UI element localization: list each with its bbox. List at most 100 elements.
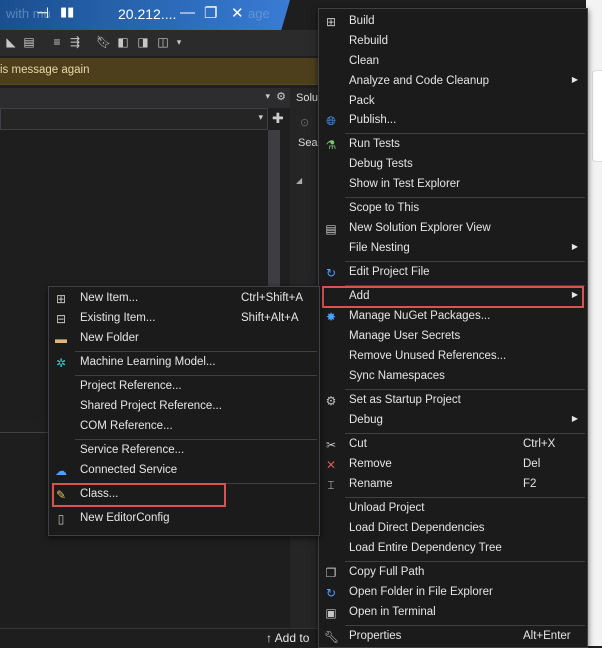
submenu-arrow-icon: ▶ bbox=[571, 414, 578, 423]
terminal-icon: ▣ bbox=[325, 606, 337, 620]
pin-icon[interactable]: ⊣ bbox=[36, 4, 49, 22]
bookmark-clear-icon[interactable]: ◫ bbox=[156, 35, 170, 49]
existing-item-icon: ⊟ bbox=[55, 312, 67, 326]
scissors-icon: ✂ bbox=[325, 438, 337, 452]
menu-item-clean[interactable]: Clean bbox=[319, 52, 587, 72]
document-dropdown[interactable]: ▾ bbox=[0, 108, 268, 130]
info-bar-text: is message again bbox=[0, 64, 90, 76]
menu-item-run-tests[interactable]: ⚗ Run Tests bbox=[319, 135, 587, 155]
wrench-icon: 🔧︎ bbox=[324, 630, 340, 644]
menu-item-set-startup[interactable]: ⚙ Set as Startup Project bbox=[319, 391, 587, 411]
submenu-item-ml-model[interactable]: ✲ Machine Learning Model... bbox=[49, 353, 319, 373]
globe-icon: 🌐︎ bbox=[326, 114, 336, 128]
menu-separator bbox=[345, 433, 585, 434]
submenu-item-new-editorconfig[interactable]: ▯ New EditorConfig bbox=[49, 509, 319, 529]
submenu-item-service-reference[interactable]: Service Reference... bbox=[49, 441, 319, 461]
menu-item-build[interactable]: ⊞ Build bbox=[319, 12, 587, 32]
submenu-item-new-folder[interactable]: ▬ New Folder bbox=[49, 329, 319, 349]
dropdown-arrow-icon[interactable]: ▾ bbox=[265, 91, 270, 102]
menu-item-new-solution-explorer-view[interactable]: ▤ New Solution Explorer View bbox=[319, 219, 587, 239]
menu-separator bbox=[345, 561, 585, 562]
bookmark-next-icon[interactable]: ◨ bbox=[136, 35, 150, 49]
submenu-item-new-item[interactable]: ⊞ New Item... Ctrl+Shift+A bbox=[49, 289, 319, 309]
menu-item-file-nesting[interactable]: File Nesting ▶ bbox=[319, 239, 587, 259]
menu-item-manage-user-secrets[interactable]: Manage User Secrets bbox=[319, 327, 587, 347]
menu-item-open-folder[interactable]: ↻ Open Folder in File Explorer bbox=[319, 583, 587, 603]
class-highlight-box bbox=[52, 483, 226, 507]
menu-item-show-test-explorer[interactable]: Show in Test Explorer bbox=[319, 175, 587, 195]
toolbar-icon-2[interactable]: ▤ bbox=[22, 35, 36, 49]
folder-icon: ▬ bbox=[55, 332, 67, 346]
submenu-item-existing-item[interactable]: ⊟ Existing Item... Shift+Alt+A bbox=[49, 309, 319, 329]
menu-item-remove-unused-references[interactable]: Remove Unused References... bbox=[319, 347, 587, 367]
status-bar: ↑ Add to bbox=[0, 628, 320, 647]
submenu-arrow-icon: ▶ bbox=[571, 75, 578, 84]
bookmark-icon[interactable]: 🔖︎ bbox=[96, 35, 111, 49]
menu-item-rebuild[interactable]: Rebuild bbox=[319, 32, 587, 52]
menu-item-analyze[interactable]: Analyze and Code Cleanup ▶ bbox=[319, 72, 587, 92]
title-faint-right: age bbox=[248, 6, 270, 21]
restore-icon[interactable]: ❐ bbox=[204, 4, 217, 22]
rename-icon: ⌶ bbox=[327, 478, 335, 492]
back-icon[interactable]: ⊙ bbox=[300, 116, 309, 129]
nuget-icon: ✸ bbox=[325, 310, 337, 324]
menu-item-open-terminal[interactable]: ▣ Open in Terminal bbox=[319, 603, 587, 623]
menu-item-publish[interactable]: 🌐︎ Publish... bbox=[319, 111, 587, 131]
menu-separator bbox=[345, 261, 585, 262]
info-bar: is message again bbox=[0, 58, 320, 85]
menu-item-copy-full-path[interactable]: ❐ Copy Full Path bbox=[319, 563, 587, 583]
menu-separator bbox=[345, 497, 585, 498]
scrollbar[interactable] bbox=[268, 130, 280, 290]
menu-separator bbox=[345, 133, 585, 134]
chevron-down-icon: ▾ bbox=[258, 112, 263, 122]
refresh-icon: ↻ bbox=[325, 266, 337, 280]
toolbar-icon-3[interactable]: ≡ bbox=[50, 35, 64, 49]
submenu-item-com-reference[interactable]: COM Reference... bbox=[49, 417, 319, 437]
signal-icon: ▮▮ bbox=[60, 4, 75, 19]
menu-item-properties[interactable]: 🔧︎ Properties Alt+Enter bbox=[319, 627, 587, 647]
menu-item-debug[interactable]: Debug ▶ bbox=[319, 411, 587, 431]
submenu-separator bbox=[75, 439, 317, 440]
menu-item-unload-project[interactable]: Unload Project bbox=[319, 499, 587, 519]
add-submenu: ⊞ New Item... Ctrl+Shift+A ⊟ Existing It… bbox=[48, 286, 320, 536]
menu-item-cut[interactable]: ✂ Cut Ctrl+X bbox=[319, 435, 587, 455]
new-item-icon: ⊞ bbox=[55, 292, 67, 306]
toolbar-icon-4[interactable]: ⇶ bbox=[68, 35, 82, 49]
split-icon[interactable]: ✚ bbox=[272, 110, 284, 127]
menu-item-debug-tests[interactable]: Debug Tests bbox=[319, 155, 587, 175]
menu-item-edit-project-file[interactable]: ↻ Edit Project File bbox=[319, 263, 587, 283]
submenu-item-connected-service[interactable]: ☁ Connected Service bbox=[49, 461, 319, 481]
submenu-item-project-reference[interactable]: Project Reference... bbox=[49, 377, 319, 397]
copy-icon: ❐ bbox=[325, 566, 337, 580]
menu-item-load-entire-dependency-tree[interactable]: Load Entire Dependency Tree bbox=[319, 539, 587, 559]
toolbar-overflow-icon[interactable]: ▾ bbox=[172, 35, 186, 49]
menu-item-manage-nuget[interactable]: ✸ Manage NuGet Packages... bbox=[319, 307, 587, 327]
settings-gear-icon[interactable]: ⚙ bbox=[276, 90, 286, 103]
refresh-icon: ↻ bbox=[325, 586, 337, 600]
menu-separator bbox=[345, 197, 585, 198]
menu-item-load-direct-dependencies[interactable]: Load Direct Dependencies bbox=[319, 519, 587, 539]
menu-item-pack[interactable]: Pack bbox=[319, 92, 587, 112]
menu-item-sync-namespaces[interactable]: Sync Namespaces bbox=[319, 367, 587, 387]
project-context-menu: ⊞ Build Rebuild Clean Analyze and Code C… bbox=[318, 8, 588, 648]
document-header: ▾ ⚙ bbox=[0, 88, 290, 108]
new-view-icon: ▤ bbox=[325, 222, 337, 236]
menu-item-rename[interactable]: ⌶ Rename F2 bbox=[319, 475, 587, 495]
background-window-panel bbox=[592, 70, 602, 162]
add-highlight-box bbox=[322, 286, 584, 308]
menu-item-remove[interactable]: ✕ Remove Del bbox=[319, 455, 587, 475]
menu-item-scope-to-this[interactable]: Scope to This bbox=[319, 199, 587, 219]
bookmark-prev-icon[interactable]: ◧ bbox=[116, 35, 130, 49]
minimize-icon[interactable]: — bbox=[180, 4, 195, 21]
solution-explorer-tab[interactable]: Solu bbox=[296, 92, 318, 104]
submenu-item-shared-project-reference[interactable]: Shared Project Reference... bbox=[49, 397, 319, 417]
build-icon: ⊞ bbox=[325, 15, 337, 29]
window-title: 20.212.... bbox=[118, 6, 177, 22]
submenu-separator bbox=[75, 351, 317, 352]
close-icon[interactable]: ✕ bbox=[231, 4, 244, 22]
ml-model-icon: ✲ bbox=[55, 356, 67, 370]
tree-expand-icon[interactable]: ◢ bbox=[296, 176, 302, 185]
remove-x-icon: ✕ bbox=[325, 458, 337, 472]
add-to-source-control[interactable]: ↑ Add to bbox=[266, 631, 309, 645]
toolbar-icon-1[interactable]: ◣ bbox=[4, 35, 18, 49]
